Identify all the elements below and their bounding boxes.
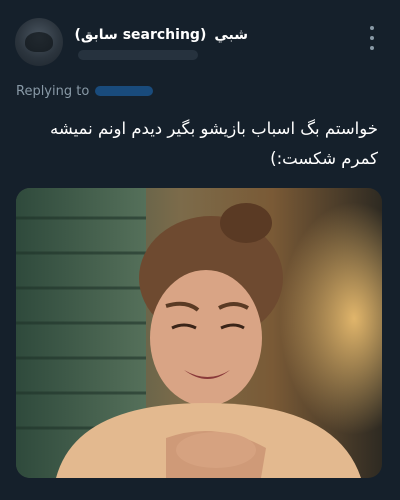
more-vertical-icon[interactable] [364,26,380,50]
display-name[interactable]: شبي (searching سابق) [74,24,248,46]
display-name-text: شبي [214,27,248,43]
name-suffix: (searching سابق) [74,27,207,43]
tweet-text: خواستم بگ اسباب بازیشو بگیر دیدم اونم نم… [50,119,378,168]
replying-label: Replying to [16,83,90,99]
replying-to-handle-link[interactable] [95,86,154,96]
user-handle[interactable] [78,50,198,60]
tweet-header: شبي (searching سابق) [0,0,400,80]
photo-illustration [16,188,382,478]
replying-to: Replying to [16,82,154,100]
avatar[interactable] [15,18,63,66]
tweet-photo[interactable] [16,188,382,478]
